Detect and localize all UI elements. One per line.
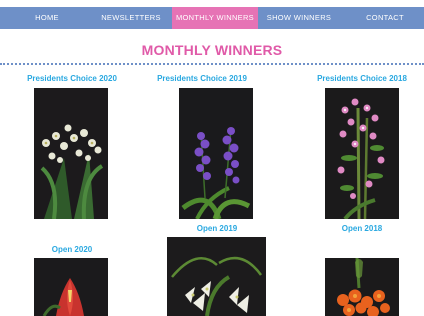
winner-caption-pc-2019: Presidents Choice 2019	[157, 74, 247, 83]
orchid-white-pendant-image	[167, 237, 266, 316]
winner-photo-pc-2019[interactable]	[179, 88, 253, 219]
winner-photo-pc-2020[interactable]	[34, 88, 108, 219]
winner-caption-pc-2018: Presidents Choice 2018	[317, 74, 407, 83]
winner-caption-open-2018: Open 2018	[341, 224, 383, 233]
winner-caption-open-2019: Open 2019	[196, 224, 238, 233]
orchid-pink-dendrobium-image	[325, 88, 399, 219]
title-divider	[0, 63, 424, 65]
main-nav: HOME NEWSLETTERS MONTHLY WINNERS SHOW WI…	[0, 7, 424, 29]
page-title: MONTHLY WINNERS	[141, 42, 283, 58]
nav-show-winners[interactable]: SHOW WINNERS	[262, 7, 336, 29]
nav-monthly-winners[interactable]: MONTHLY WINNERS	[172, 7, 258, 29]
winner-caption-open-2020: Open 2020	[51, 245, 93, 254]
nav-contact[interactable]: CONTACT	[352, 7, 418, 29]
winner-photo-open-2019[interactable]	[167, 237, 266, 316]
orchid-white-spray-image	[34, 88, 108, 219]
nav-newsletters[interactable]: NEWSLETTERS	[96, 7, 166, 29]
winner-caption-pc-2020: Presidents Choice 2020	[27, 74, 117, 83]
winner-photo-open-2020[interactable]	[34, 258, 108, 316]
winner-photo-open-2018[interactable]	[325, 258, 399, 316]
winner-photo-pc-2018[interactable]	[325, 88, 399, 219]
orchid-purple-image	[179, 88, 253, 219]
orchid-orange-image	[325, 258, 399, 316]
nav-home[interactable]: HOME	[18, 7, 76, 29]
orchid-red-image	[34, 258, 108, 316]
